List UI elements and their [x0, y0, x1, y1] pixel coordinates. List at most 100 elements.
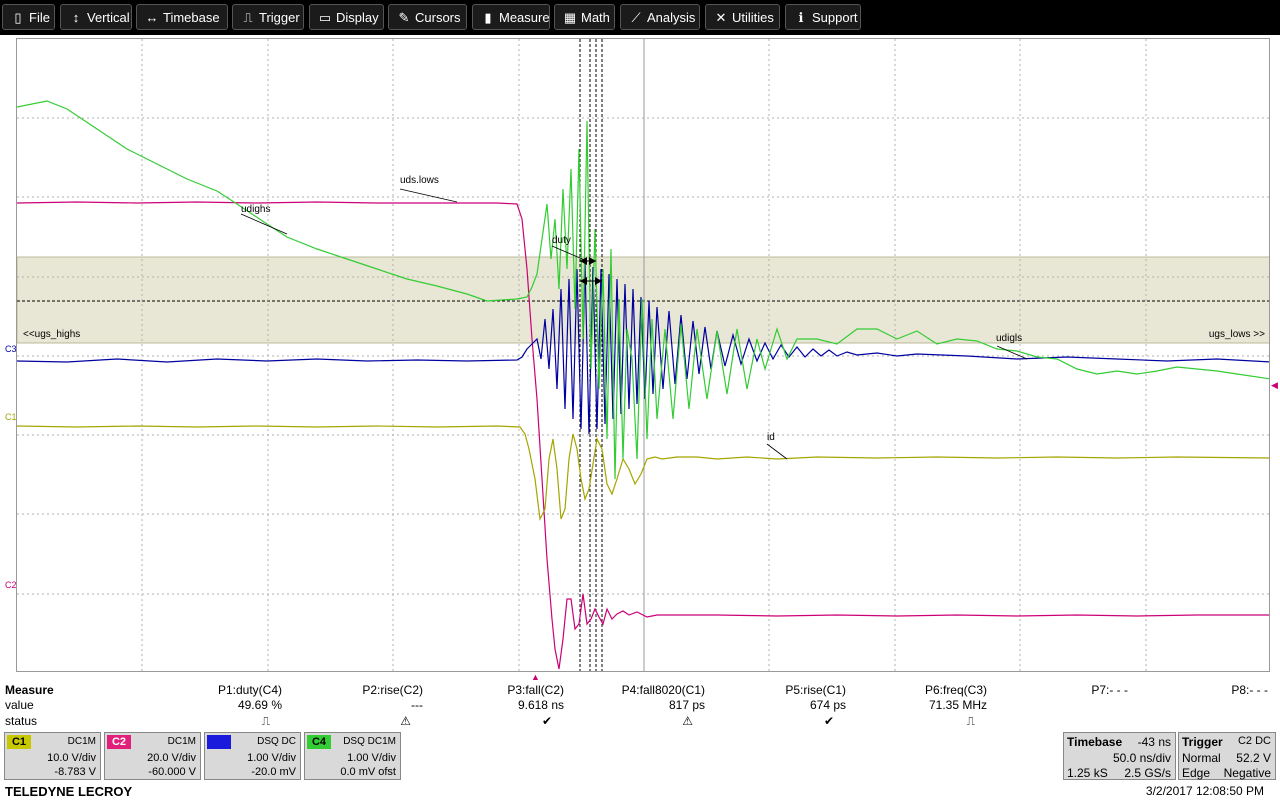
- trigger-type: Edge: [1182, 766, 1211, 780]
- measure-p1-name[interactable]: P1:duty(C4): [142, 683, 282, 697]
- measure-title: Measure: [5, 683, 54, 697]
- measure-p5-name[interactable]: P5:rise(C1): [706, 683, 846, 697]
- measure-p4-value: 817 ps: [668, 698, 705, 712]
- measure-p6-name[interactable]: P6:freq(C3): [847, 683, 987, 697]
- menu-analysis-button[interactable]: ⟋ Analysis: [620, 4, 700, 30]
- measure-p8-name[interactable]: P8:- - -: [1128, 683, 1268, 697]
- channel-coupling: DC1M: [167, 736, 196, 747]
- label-duty: duty: [552, 235, 571, 246]
- channel-vdiv: 1.00 V/div: [247, 752, 296, 764]
- c2-marker[interactable]: C2: [5, 580, 17, 590]
- measure-row-value: value: [5, 698, 34, 712]
- measure-p2-status: ⚠: [400, 714, 411, 728]
- measure-p1-value: 49.69 %: [237, 698, 282, 712]
- calculator-icon: ▦: [563, 10, 577, 25]
- date-time: 3/2/2017 12:08:50 PM: [1145, 784, 1264, 798]
- measure-p2-value: ---: [411, 698, 423, 712]
- measure-p3-name[interactable]: P3:fall(C2): [424, 683, 564, 697]
- label-uds-lows: uds.lows: [400, 175, 439, 186]
- menu-label: Support: [812, 10, 858, 25]
- channel-tag: C1: [7, 735, 31, 749]
- measure-p5-value: 674 ps: [809, 698, 846, 712]
- waveform-display[interactable]: uds.lows udighs duty <<ugs_highs ugs_low…: [16, 38, 1270, 672]
- horizontal-arrows-icon: ↔: [145, 10, 159, 25]
- measure-p7-name[interactable]: P7:- - -: [988, 683, 1128, 697]
- trigger-level: 52.2 V: [1236, 751, 1271, 765]
- channel-coupling: DC1M: [67, 736, 96, 747]
- menu-trigger-button[interactable]: ⎍ Trigger: [232, 4, 304, 30]
- menu-label: Math: [581, 10, 610, 25]
- measure-table[interactable]: Measure value status P1:duty(C4) 49.69 % ⎍…: [0, 682, 1280, 730]
- menu-display-button[interactable]: ▭ Display: [309, 4, 384, 30]
- label-ugs-highs: <<ugs_highs: [23, 329, 81, 340]
- measure-icon: ▮: [484, 10, 492, 25]
- measure-p4-name[interactable]: P4:fall8020(C1): [565, 683, 705, 697]
- channel-vdiv: 1.00 V/div: [347, 752, 396, 764]
- measure-p3-status: ✔: [541, 714, 552, 728]
- display-icon: ▭: [318, 10, 332, 25]
- menu-label: Trigger: [259, 10, 300, 25]
- measure-p3-value: 9.618 ns: [517, 698, 564, 712]
- measure-p6-value: 71.35 MHz: [928, 698, 987, 712]
- trigger-level-marker[interactable]: ◀: [1271, 380, 1278, 391]
- label-udighs: udighs: [241, 204, 271, 215]
- channel-offset: 0.0 mV ofst: [340, 766, 396, 778]
- channel-c3-panel[interactable]: C3 DSQ DC 1.00 V/div -20.0 mV: [204, 732, 301, 780]
- trigger-slope: Negative: [1223, 766, 1271, 780]
- channel-c1-panel[interactable]: C1 DC1M 10.0 V/div -8.783 V: [4, 732, 101, 780]
- timebase-rate: 2.5 GS/s: [1124, 766, 1171, 780]
- c1-marker[interactable]: C1: [5, 412, 17, 422]
- label-udigls: udigls: [996, 333, 1023, 344]
- menu-vertical-button[interactable]: ↕ Vertical: [60, 4, 132, 30]
- menu-utilities-button[interactable]: ✕ Utilities: [705, 4, 780, 30]
- measure-p6-status: ⎍: [966, 714, 975, 728]
- measure-row-status: status: [5, 714, 38, 728]
- menu-bar: ▯ File ↕ Vertical ↔ Timebase ⎍ Trigger ▭ Display ✎…: [0, 0, 1280, 35]
- trigger-panel[interactable]: Trigger C2 DC Normal 52.2 V Edge Negativ…: [1178, 732, 1276, 780]
- channel-vdiv: 20.0 V/div: [147, 752, 196, 764]
- measure-p4-status: ⚠: [682, 714, 693, 728]
- measure-p1-status: ⎍: [261, 714, 270, 728]
- timebase-div: 50.0 ns/div: [1112, 751, 1171, 765]
- menu-cursors-button[interactable]: ✎ Cursors: [388, 4, 467, 30]
- timebase-samples: 1.25 kS: [1067, 766, 1108, 780]
- menu-label: Cursors: [415, 10, 461, 25]
- vertical-arrows-icon: ↕: [72, 10, 80, 25]
- menu-label: Utilities: [732, 10, 774, 25]
- channel-offset: -20.0 mV: [251, 766, 296, 778]
- trigger-mode: Normal: [1182, 751, 1221, 765]
- measure-p2-name[interactable]: P2:rise(C2): [283, 683, 423, 697]
- timebase-title: Timebase: [1067, 735, 1123, 749]
- trigger-icon: ⎍: [243, 10, 253, 25]
- trigger-source: C2 DC: [1237, 735, 1271, 747]
- file-icon: ▯: [14, 10, 22, 25]
- menu-math-button[interactable]: ▦ Math: [554, 4, 615, 30]
- menu-measure-button[interactable]: ▮ Measure: [472, 4, 550, 30]
- channel-offset: -8.783 V: [54, 766, 96, 778]
- menu-label: Measure: [499, 10, 550, 25]
- c3-marker[interactable]: C3: [5, 344, 17, 354]
- channel-offset: -60.000 V: [148, 766, 196, 778]
- channel-c2-panel[interactable]: C2 DC1M 20.0 V/div -60.000 V: [104, 732, 201, 780]
- trigger-position-marker[interactable]: ▲: [531, 672, 540, 682]
- menu-label: Timebase: [163, 10, 220, 25]
- measure-p5-status: ✔: [823, 714, 834, 728]
- analysis-chart-icon: ⟋: [631, 10, 641, 25]
- trigger-title: Trigger: [1182, 735, 1223, 749]
- channel-c4-panel[interactable]: C4 DSQ DC1M 1.00 V/div 0.0 mV ofst: [304, 732, 401, 780]
- label-ugs-lows: ugs_lows >>: [1208, 329, 1265, 340]
- timebase-panel[interactable]: Timebase -43 ns 50.0 ns/div 1.25 kS 2.5 …: [1063, 732, 1176, 780]
- menu-timebase-button[interactable]: ↔ Timebase: [136, 4, 228, 30]
- label-id: id: [767, 432, 775, 443]
- utilities-icon: ✕: [715, 10, 727, 25]
- menu-label: File: [29, 10, 50, 25]
- menu-support-button[interactable]: ℹ Support: [785, 4, 861, 30]
- channel-coupling: DSQ DC1M: [343, 736, 396, 747]
- channel-vdiv: 10.0 V/div: [47, 752, 96, 764]
- menu-file-button[interactable]: ▯ File: [2, 4, 55, 30]
- brand-logo: TELEDYNE LECROY: [5, 784, 133, 799]
- menu-label: Analysis: [647, 10, 696, 25]
- channel-tag: C3: [207, 735, 231, 749]
- channel-tag: C4: [307, 735, 331, 749]
- footer-bar: TELEDYNE LECROY 3/2/2017 12:08:50 PM: [0, 782, 1280, 800]
